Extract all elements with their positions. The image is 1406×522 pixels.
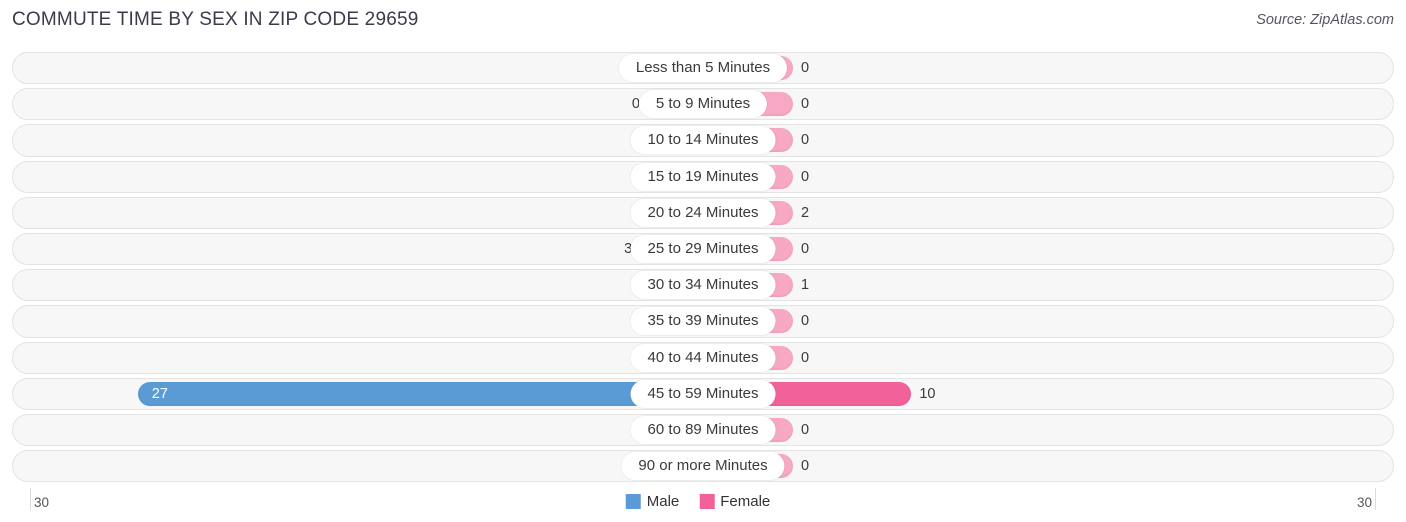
row-category-label: 10 to 14 Minutes [630,126,776,155]
row-category-label: 20 to 24 Minutes [630,198,776,227]
legend-swatch-female-icon [699,494,715,509]
row-category-label: 40 to 44 Minutes [630,343,776,372]
legend-item-female[interactable]: Female [699,493,770,510]
value-label-female: 0 [801,421,810,438]
row-category-label: 15 to 19 Minutes [630,162,776,191]
row-category-label: 25 to 29 Minutes [630,235,776,264]
chart-row[interactable]: 0035 to 39 Minutes [0,303,1406,339]
chart-legend: Male Female [625,493,781,510]
chart-header: COMMUTE TIME BY SEX IN ZIP CODE 29659 So… [0,0,1406,42]
row-category-label: 30 to 34 Minutes [630,271,776,300]
bar-male[interactable] [137,381,703,406]
legend-label-male: Male [646,493,680,510]
row-category-label: 5 to 9 Minutes [638,90,768,119]
source-attribution: Source: ZipAtlas.com [1256,12,1394,28]
value-label-female: 0 [801,59,810,76]
value-label-male: 27 [151,385,168,402]
row-category-label: 60 to 89 Minutes [630,415,776,444]
value-label-female: 0 [801,96,810,113]
chart-row[interactable]: 0090 or more Minutes [0,448,1406,484]
axis-tick-right [1375,488,1376,510]
row-category-label: 90 or more Minutes [621,452,785,481]
value-label-female: 0 [801,313,810,330]
chart-rows: 10Less than 5 Minutes005 to 9 Minutes001… [0,50,1406,484]
chart-row[interactable]: 10Less than 5 Minutes [0,50,1406,86]
commute-time-chart: COMMUTE TIME BY SEX IN ZIP CODE 29659 So… [0,0,1406,522]
chart-row[interactable]: 0220 to 24 Minutes [0,195,1406,231]
value-label-female: 1 [801,276,810,293]
chart-row[interactable]: 3 0 25 to 29 Minutes [0,231,1406,267]
chart-row[interactable]: 005 to 9 Minutes [0,86,1406,122]
chart-footer: 30 30 Male Female [0,488,1406,516]
axis-label-right: 30 [1356,495,1372,510]
chart-row[interactable]: 27 10 45 to 59 Minutes [0,376,1406,412]
chart-row[interactable]: 0015 to 19 Minutes [0,159,1406,195]
row-category-label: 45 to 59 Minutes [630,379,776,408]
legend-label-female: Female [720,493,771,510]
value-label-female: 0 [801,349,810,366]
page-title: COMMUTE TIME BY SEX IN ZIP CODE 29659 [12,9,419,30]
legend-swatch-male-icon [625,494,641,509]
chart-row[interactable]: 0040 to 44 Minutes [0,340,1406,376]
value-label-female: 0 [801,457,810,474]
value-label-female: 0 [801,132,810,149]
chart-row[interactable]: 0130 to 34 Minutes [0,267,1406,303]
axis-tick-left [30,488,31,510]
chart-row[interactable]: 0060 to 89 Minutes [0,412,1406,448]
value-label-female: 0 [801,168,810,185]
row-category-label: 35 to 39 Minutes [630,307,776,336]
value-label-female: 10 [919,385,936,402]
value-label-female: 2 [801,204,810,221]
value-label-female: 0 [801,240,810,257]
chart-row[interactable]: 0010 to 14 Minutes [0,122,1406,158]
row-category-label: Less than 5 Minutes [618,54,788,83]
axis-label-left: 30 [34,495,50,510]
legend-item-male[interactable]: Male [625,493,680,510]
